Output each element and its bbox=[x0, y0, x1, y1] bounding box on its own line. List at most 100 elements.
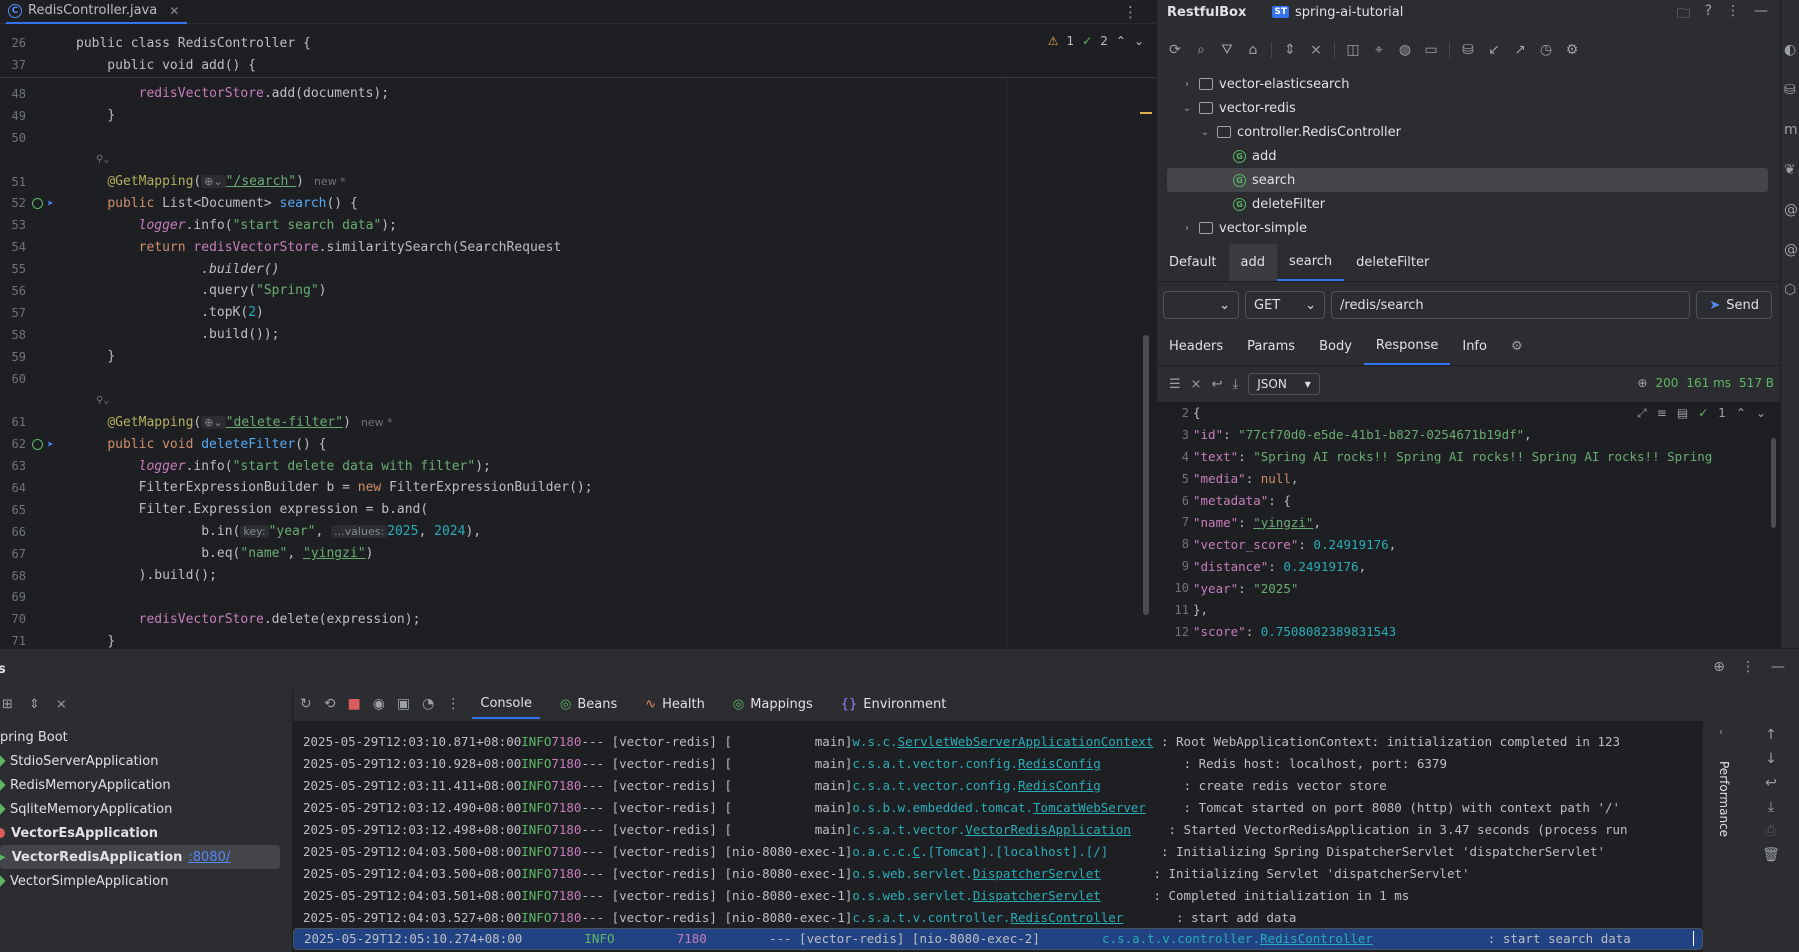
chevron-left-icon[interactable]: ‹ bbox=[1715, 727, 1727, 738]
collapse-all-icon[interactable]: ⨯ bbox=[56, 697, 67, 712]
chevron-down-icon[interactable]: ⌄ bbox=[1756, 406, 1766, 421]
code-lens[interactable]: ⚲⌄ bbox=[0, 389, 1156, 411]
soft-wrap-icon[interactable]: ↩ bbox=[1765, 775, 1777, 791]
editor-tab-redis-controller[interactable]: C RedisController.java ✕ bbox=[6, 0, 188, 24]
json-response-viewer[interactable]: ⤢ ≡ ▤ ✓ 1 ⌃ ⌄ 2 { 3 "id": "77cf70d0-e5de-… bbox=[1157, 402, 1780, 648]
display-icon[interactable]: ▭ bbox=[1423, 42, 1439, 58]
tree-item-search[interactable]: G search bbox=[1167, 168, 1768, 192]
more-icon[interactable]: ⋮ bbox=[446, 696, 460, 712]
search-icon[interactable]: ⌕ bbox=[1193, 42, 1209, 58]
help-icon[interactable]: ? bbox=[1705, 3, 1712, 27]
endpoint-gutter-icon[interactable] bbox=[32, 438, 43, 450]
author-lens-icon[interactable]: ⚲⌄ bbox=[76, 395, 109, 406]
inspection-widget[interactable]: ⚠ 1 ✓ 2 ⌃ ⌄ bbox=[1048, 34, 1144, 48]
minimize-icon[interactable]: — bbox=[1771, 659, 1785, 675]
tag-icon[interactable]: ⌂ bbox=[1245, 42, 1261, 58]
camera-icon[interactable]: ◉ bbox=[373, 696, 385, 712]
tab-console[interactable]: Console bbox=[472, 689, 540, 719]
chevron-down-icon[interactable]: ⌄ bbox=[1134, 34, 1144, 48]
database-icon[interactable]: ⛁ bbox=[1784, 82, 1796, 98]
send-request-gutter-icon[interactable]: ➤ bbox=[47, 197, 54, 210]
json-scrollbar[interactable] bbox=[1771, 438, 1776, 528]
tree-item-vector-simple[interactable]: › vector-simple bbox=[1157, 216, 1780, 240]
gradle-icon[interactable]: ❦ bbox=[1784, 162, 1796, 178]
tab-delete-filter[interactable]: deleteFilter bbox=[1344, 244, 1441, 281]
tree-item-delete-filter[interactable]: G deleteFilter bbox=[1157, 192, 1780, 216]
stop-icon[interactable]: ■ bbox=[347, 696, 360, 712]
service-vector-simple[interactable]: VectorSimpleApplication bbox=[0, 869, 280, 893]
editor-scrollbar[interactable] bbox=[1143, 335, 1149, 615]
trash-icon[interactable]: 🗑 bbox=[1762, 847, 1780, 863]
tab-info[interactable]: Info bbox=[1450, 328, 1499, 365]
tab-search[interactable]: search bbox=[1276, 244, 1345, 281]
http-method-select[interactable]: GET ⌄ bbox=[1245, 291, 1325, 319]
code-lens[interactable]: ⚲⌄ bbox=[0, 149, 1156, 171]
restfulbox-icon[interactable]: ⬡ bbox=[1784, 282, 1796, 298]
download-icon[interactable]: ⤓ bbox=[1232, 377, 1238, 392]
import-icon[interactable]: ↙ bbox=[1486, 42, 1502, 58]
code-area[interactable]: 48 redisVectorStore.add(documents); 49 }… bbox=[0, 83, 1156, 652]
format-select[interactable]: JSON ▾ bbox=[1248, 373, 1320, 395]
collapse-icon[interactable]: ⨯ bbox=[1191, 377, 1202, 392]
more-icon[interactable]: ⋮ bbox=[1726, 3, 1740, 27]
filter-icon[interactable]: ⛛ bbox=[1219, 42, 1235, 58]
tab-headers[interactable]: Headers bbox=[1157, 328, 1235, 365]
document-icon[interactable]: ▤ bbox=[1677, 406, 1688, 421]
history-icon[interactable]: ◷ bbox=[1538, 42, 1554, 58]
scroll-to-end-icon[interactable]: ⤓ bbox=[1768, 799, 1774, 815]
endpoint-gutter-icon[interactable] bbox=[32, 197, 43, 209]
tab-body[interactable]: Body bbox=[1307, 328, 1364, 365]
target-icon[interactable]: ⊕ bbox=[1713, 659, 1725, 675]
close-tab-icon[interactable]: ✕ bbox=[169, 4, 179, 18]
maven-icon[interactable]: m bbox=[1784, 122, 1798, 138]
tab-health[interactable]: ∿ Health bbox=[637, 689, 713, 719]
tree-item-add[interactable]: G add bbox=[1157, 144, 1780, 168]
tree-item-vector-elasticsearch[interactable]: › vector-elasticsearch bbox=[1157, 72, 1780, 96]
restart-icon[interactable]: ⟲ bbox=[324, 696, 336, 712]
service-group-spring-boot[interactable]: pring Boot bbox=[0, 725, 280, 749]
tree-item-redis-controller[interactable]: ⌄ controller.RedisController bbox=[1157, 120, 1780, 144]
rerun-icon[interactable]: ↻ bbox=[300, 696, 312, 712]
tool-window-icon[interactable]: ◐ bbox=[1784, 42, 1796, 58]
author-lens-icon[interactable]: ⚲⌄ bbox=[76, 154, 109, 165]
ai-assistant-icon[interactable]: @ bbox=[1784, 202, 1798, 218]
expand-icon[interactable]: ⤢ bbox=[1637, 406, 1647, 421]
tab-mappings[interactable]: ◎ Mappings bbox=[725, 689, 821, 719]
expand-all-icon[interactable]: ⇕ bbox=[1282, 42, 1298, 58]
export-icon[interactable]: ↗ bbox=[1512, 42, 1528, 58]
database-icon[interactable]: ⛁ bbox=[1460, 42, 1476, 58]
send-button[interactable]: ➤ Send bbox=[1696, 291, 1772, 319]
environment-select[interactable]: ⌄ bbox=[1163, 291, 1239, 319]
folder-icon[interactable]: 🗀 bbox=[1677, 3, 1691, 27]
expand-all-icon[interactable]: ⇕ bbox=[29, 697, 40, 712]
service-vector-es[interactable]: VectorEsApplication bbox=[0, 821, 280, 845]
tab-beans[interactable]: ◎ Beans bbox=[552, 689, 625, 719]
editor-more-icon[interactable]: ⋮ bbox=[1123, 3, 1138, 21]
performance-stripe[interactable]: ‹ Performance bbox=[1703, 721, 1743, 952]
chevron-up-icon[interactable]: ⌃ bbox=[1736, 406, 1746, 421]
environment-icon[interactable]: ◍ bbox=[1397, 42, 1413, 58]
chevron-up-icon[interactable]: ⌃ bbox=[1116, 34, 1126, 48]
chevron-right-icon[interactable]: › bbox=[1181, 79, 1193, 90]
dump-threads-icon[interactable]: ▣ bbox=[397, 696, 410, 712]
tab-add[interactable]: add bbox=[1228, 244, 1277, 281]
tab-default[interactable]: Default bbox=[1157, 244, 1229, 281]
tab-params[interactable]: Params bbox=[1235, 328, 1307, 365]
chevron-down-icon[interactable]: ⌄ bbox=[1181, 103, 1193, 114]
wrap-icon[interactable]: ↩ bbox=[1212, 377, 1223, 392]
gear-icon[interactable]: ⚙ bbox=[1564, 42, 1580, 58]
more-icon[interactable]: ⋮ bbox=[1741, 659, 1755, 675]
add-service-icon[interactable]: ⊞ bbox=[2, 697, 13, 712]
port-link[interactable]: :8080/ bbox=[188, 850, 230, 865]
service-sqlite-memory[interactable]: SqliteMemoryApplication bbox=[0, 797, 280, 821]
service-stdio-server[interactable]: StdioServerApplication bbox=[0, 749, 280, 773]
refresh-icon[interactable]: ⟳ bbox=[1167, 42, 1183, 58]
chevron-down-icon[interactable]: ⌄ bbox=[1199, 127, 1211, 138]
chevron-right-icon[interactable]: › bbox=[1181, 223, 1193, 234]
split-view-icon[interactable]: ◫ bbox=[1345, 42, 1361, 58]
profiler-icon[interactable]: ◔ bbox=[422, 696, 434, 712]
gear-icon[interactable]: ⚙ bbox=[1499, 328, 1535, 365]
code-editor[interactable]: C RedisController.java ✕ ⋮ 26 public cla… bbox=[0, 0, 1156, 649]
send-request-gutter-icon[interactable]: ➤ bbox=[47, 438, 54, 451]
service-redis-memory[interactable]: RedisMemoryApplication bbox=[0, 773, 280, 797]
